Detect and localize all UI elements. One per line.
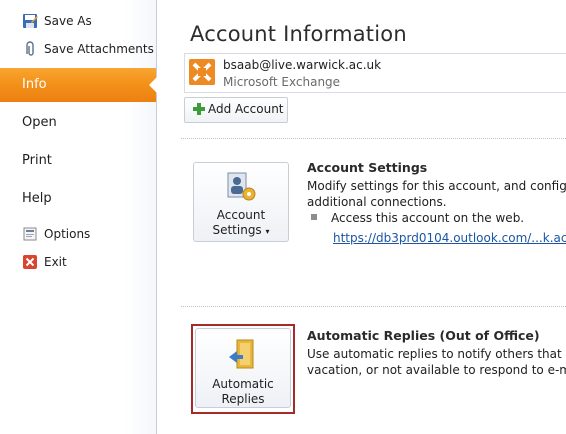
save-as-icon <box>23 14 38 28</box>
sidebar-item-print[interactable]: Print <box>0 144 156 178</box>
sidebar-item-help[interactable]: Help <box>0 182 156 216</box>
exchange-icon <box>189 59 215 85</box>
web-access-text: Access this account on the web. <box>331 211 525 225</box>
page-title: Account Information <box>190 22 407 46</box>
save-attachments-label: Save Attachments <box>44 42 154 56</box>
save-attachments-item[interactable]: Save Attachments <box>0 38 156 60</box>
account-settings-label-1: Account <box>216 208 266 222</box>
paperclip-icon <box>26 41 34 56</box>
divider <box>181 306 566 307</box>
sidebar-item-open[interactable]: Open <box>0 106 156 140</box>
add-account-button[interactable]: Add Account <box>184 97 288 123</box>
account-type: Microsoft Exchange <box>223 75 341 89</box>
account-settings-desc-2: additional connections. <box>307 195 447 209</box>
exit-label: Exit <box>44 255 67 269</box>
account-settings-label-2: Settings ▾ <box>212 223 270 237</box>
automatic-replies-desc-1: Use automatic replies to notify others t… <box>307 347 566 361</box>
sidebar-item-info[interactable]: Info <box>0 68 157 102</box>
sidebar-item-print-label: Print <box>22 153 52 168</box>
divider <box>181 138 566 139</box>
sidebar-item-open-label: Open <box>22 115 57 130</box>
save-as-item[interactable]: Save As <box>0 10 156 32</box>
automatic-replies-title: Automatic Replies (Out of Office) <box>307 328 540 343</box>
save-as-label: Save As <box>44 14 92 28</box>
account-settings-icon <box>227 172 256 201</box>
backstage-sidebar: Save As Save Attachments Info Open Print… <box>0 0 157 434</box>
plus-icon <box>193 103 205 115</box>
account-selector[interactable]: bsaab@live.warwick.ac.uk Microsoft Excha… <box>184 53 566 93</box>
web-access-link[interactable]: https://db3prd0104.outlook.com/...k.ac.u… <box>333 230 566 246</box>
account-settings-title: Account Settings <box>307 160 428 175</box>
add-account-label: Add Account <box>208 102 284 116</box>
account-settings-button[interactable]: Account Settings ▾ <box>193 162 289 242</box>
highlight-box <box>191 324 295 414</box>
exit-icon <box>23 255 37 269</box>
sidebar-item-info-label: Info <box>22 77 47 92</box>
sidebar-item-help-label: Help <box>22 191 52 206</box>
bullet <box>311 214 317 220</box>
info-pane: Account Information bsaab@live.warwick.a… <box>157 0 566 434</box>
dropdown-arrow-icon: ▾ <box>265 227 270 236</box>
options-item[interactable]: Options <box>0 223 156 245</box>
options-icon <box>23 227 37 241</box>
account-email: bsaab@live.warwick.ac.uk <box>223 58 382 72</box>
options-label: Options <box>44 227 91 241</box>
exit-item[interactable]: Exit <box>0 251 156 273</box>
account-settings-desc-1: Modify settings for this account, and co… <box>307 179 566 193</box>
automatic-replies-desc-2: vacation, or not available to respond to… <box>307 363 566 377</box>
